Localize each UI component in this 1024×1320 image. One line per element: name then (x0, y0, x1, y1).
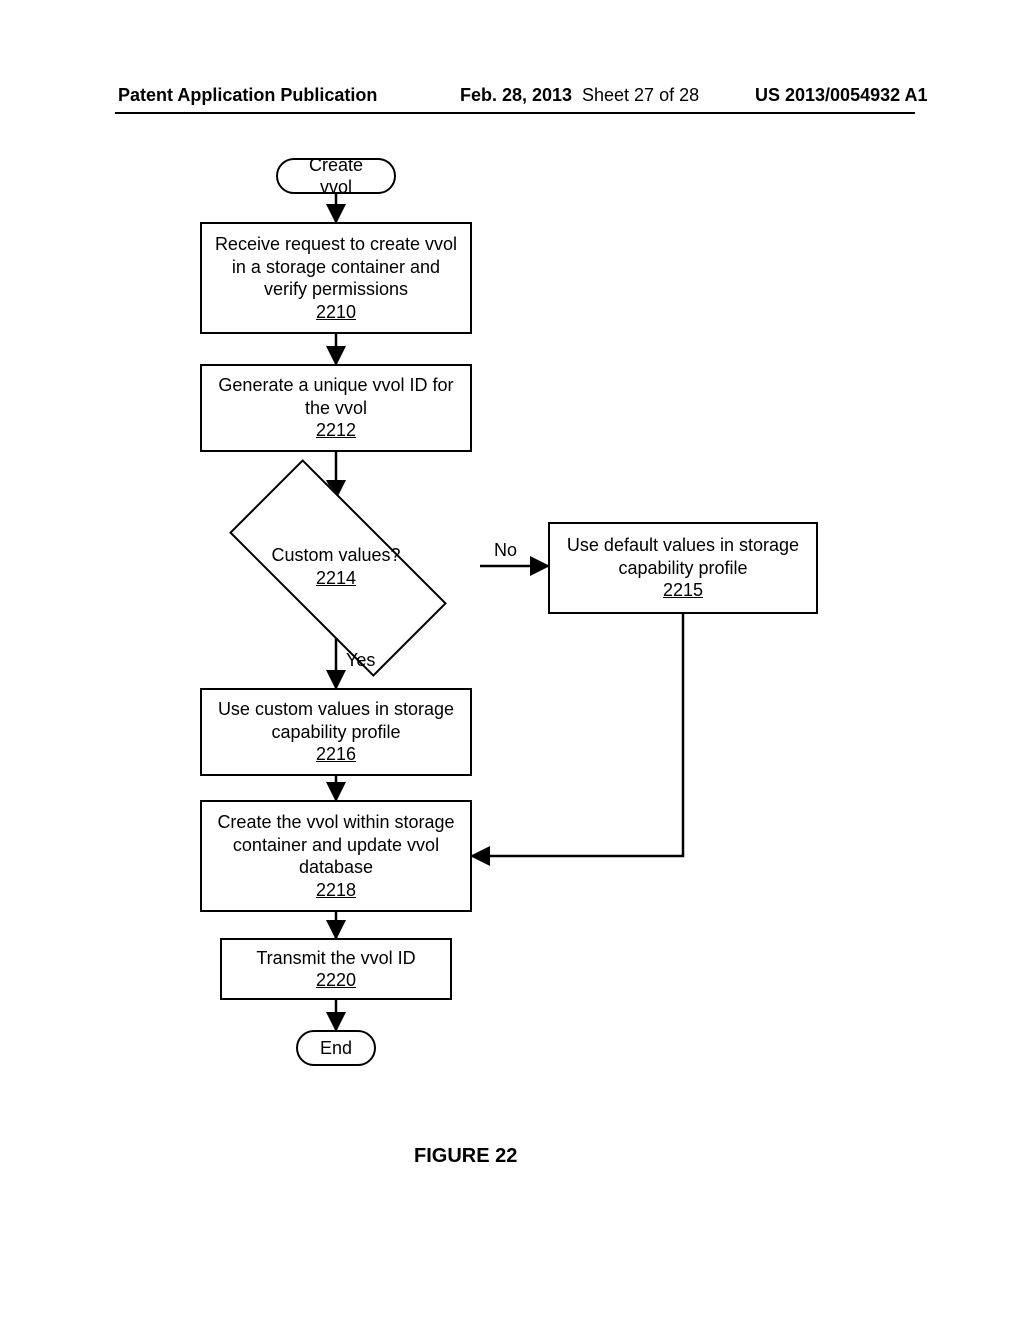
flow-arrows (0, 0, 1024, 1320)
terminator-end-label: End (320, 1037, 352, 1060)
process-2210-text: Receive request to create vvol in a stor… (208, 233, 464, 301)
process-2210: Receive request to create vvol in a stor… (200, 222, 472, 334)
process-2220: Transmit the vvol ID 2220 (220, 938, 452, 1000)
process-2215-text: Use default values in storage capability… (556, 534, 810, 579)
process-2220-ref: 2220 (316, 969, 356, 992)
decision-2214-text: Custom values? (271, 545, 400, 565)
terminator-start: Create vvol (276, 158, 396, 194)
process-2218-text: Create the vvol within storage container… (208, 811, 464, 879)
process-2215: Use default values in storage capability… (548, 522, 818, 614)
process-2216: Use custom values in storage capability … (200, 688, 472, 776)
terminator-end: End (296, 1030, 376, 1066)
decision-2214-label: Custom values? 2214 (256, 544, 416, 589)
edge-label-yes: Yes (346, 650, 375, 671)
process-2218: Create the vvol within storage container… (200, 800, 472, 912)
edge-label-no: No (494, 540, 517, 561)
process-2216-ref: 2216 (316, 743, 356, 766)
flowchart: Create vvol Receive request to create vv… (0, 0, 1024, 1320)
terminator-start-label: Create vvol (298, 154, 374, 199)
patent-page: Patent Application Publication Feb. 28, … (0, 0, 1024, 1320)
process-2218-ref: 2218 (316, 879, 356, 902)
process-2215-ref: 2215 (663, 579, 703, 602)
process-2216-text: Use custom values in storage capability … (208, 698, 464, 743)
process-2210-ref: 2210 (316, 301, 356, 324)
process-2212: Generate a unique vvol ID for the vvol 2… (200, 364, 472, 452)
process-2212-ref: 2212 (316, 419, 356, 442)
process-2220-text: Transmit the vvol ID (256, 947, 415, 970)
process-2212-text: Generate a unique vvol ID for the vvol (208, 374, 464, 419)
decision-2214-ref: 2214 (316, 568, 356, 588)
figure-caption: FIGURE 22 (414, 1145, 517, 1168)
